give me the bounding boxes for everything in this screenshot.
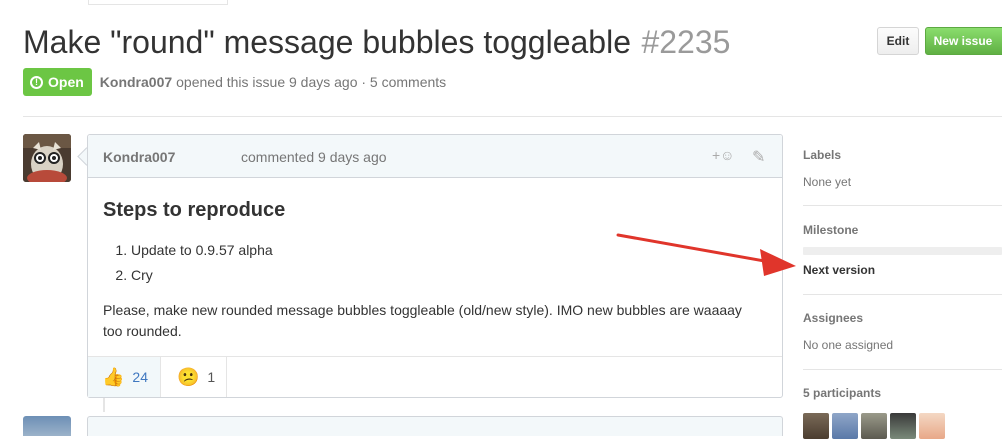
comment-heading: Steps to reproduce <box>103 199 286 221</box>
header-divider <box>23 116 1002 117</box>
participants-heading: 5 participants <box>803 386 882 400</box>
comment-paragraph: Please, make new rounded message bubbles… <box>103 302 742 339</box>
reaction-count: 1 <box>207 369 216 385</box>
milestone-name[interactable]: Next version <box>803 263 875 277</box>
steps-list: Update to 0.9.57 alpha Cry <box>103 238 763 288</box>
assignees-heading: Assignees <box>803 311 864 325</box>
new-issue-button[interactable]: New issue <box>925 27 1002 55</box>
comment-timestamp[interactable]: commented 9 days ago <box>241 149 387 165</box>
reaction-count: 24 <box>132 369 148 385</box>
participant-avatar[interactable] <box>803 413 829 439</box>
comment-author-link[interactable]: Kondra007 <box>103 149 175 165</box>
sidebar-divider <box>803 205 1002 206</box>
reaction-thumbs-up[interactable]: 👍 24 <box>88 357 161 397</box>
issue-opened-icon: ! <box>30 75 43 89</box>
participants-avatars <box>803 413 948 439</box>
issue-meta: ! Open Kondra007 opened this issue 9 day… <box>23 68 446 96</box>
comment-header: Kondra007 commented 9 days ago +☺ ✎ <box>88 135 782 178</box>
participant-avatar[interactable] <box>861 413 887 439</box>
avatar[interactable] <box>23 416 71 436</box>
avatar-image <box>23 134 71 182</box>
issue-number: #2235 <box>641 24 731 60</box>
confused-face-icon: 😕 <box>177 366 200 387</box>
list-item: Cry <box>131 263 763 288</box>
thumbs-up-icon: 👍 <box>102 366 125 387</box>
comment-body: Steps to reproduce Update to 0.9.57 alph… <box>103 199 763 342</box>
reaction-confused[interactable]: 😕 1 <box>161 357 227 397</box>
participant-avatar[interactable] <box>832 413 858 439</box>
status-badge: ! Open <box>23 68 92 96</box>
sidebar-divider <box>803 294 1002 295</box>
edit-button[interactable]: Edit <box>877 27 919 55</box>
avatar[interactable] <box>23 134 71 182</box>
milestone-progress-bar <box>803 247 1002 255</box>
participant-avatar[interactable] <box>890 413 916 439</box>
tab-underline <box>88 0 228 5</box>
reactions-bar: 👍 24 😕 1 <box>88 356 782 397</box>
list-item: Update to 0.9.57 alpha <box>131 238 763 263</box>
status-label: Open <box>48 74 84 90</box>
issue-title: Make "round" message bubbles toggleable <box>23 24 631 60</box>
comment-box-next <box>87 416 783 436</box>
issue-meta-text: opened this issue 9 days ago · 5 comment… <box>176 74 447 90</box>
labels-value: None yet <box>803 175 852 189</box>
timeline-connector <box>103 398 105 412</box>
assignees-value: No one assigned <box>803 338 894 352</box>
issue-author-link[interactable]: Kondra007 <box>100 74 172 90</box>
add-reaction-icon[interactable]: +☺ <box>712 147 734 163</box>
sidebar-divider <box>803 369 1002 370</box>
participant-avatar[interactable] <box>919 413 945 439</box>
comment-box: Kondra007 commented 9 days ago +☺ ✎ Step… <box>87 134 783 398</box>
milestone-heading: Milestone <box>803 223 859 237</box>
labels-heading: Labels <box>803 148 842 162</box>
issue-title-row: Make "round" message bubbles toggleable … <box>23 24 730 61</box>
pencil-icon[interactable]: ✎ <box>752 147 765 167</box>
